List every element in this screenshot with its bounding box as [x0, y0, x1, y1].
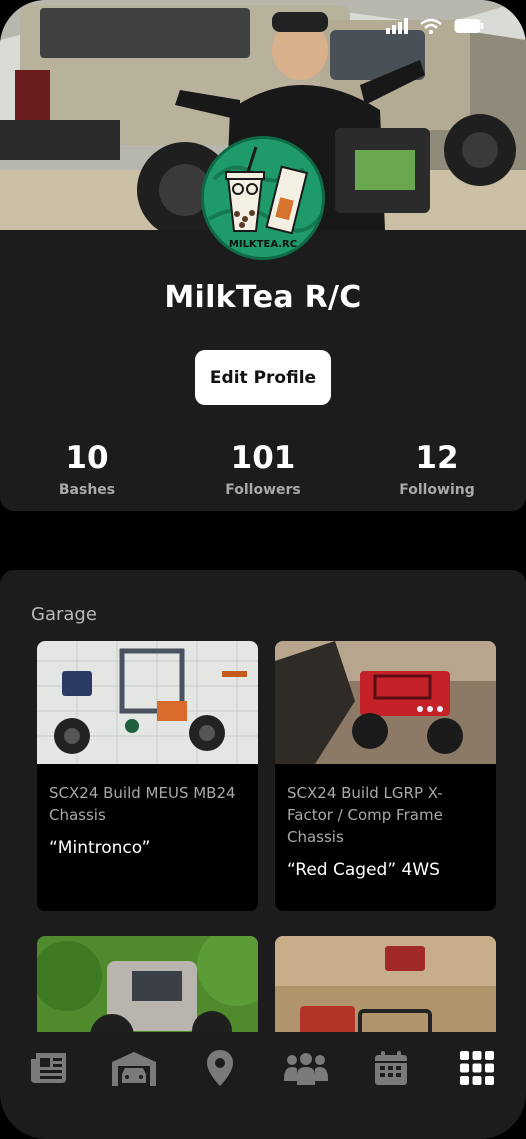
- status-bar: [386, 18, 484, 34]
- edit-profile-button[interactable]: Edit Profile: [195, 350, 331, 405]
- garage-card-image: [275, 641, 496, 764]
- garage-card[interactable]: SCX24 Build LGRP X-Factor / Comp Frame C…: [275, 641, 496, 911]
- calendar-icon: [375, 1051, 408, 1085]
- location-pin-icon: [207, 1050, 234, 1086]
- milktea-logo-icon: MILKTEA.RC: [204, 139, 322, 257]
- signal-icon: [386, 18, 408, 34]
- grid-menu-icon: [460, 1051, 495, 1085]
- garage-card-subtitle: “Red Caged” 4WS: [287, 860, 440, 880]
- garage-card-title: SCX24 Build MEUS MB24 Chassis: [49, 784, 236, 824]
- stat-following-label: Following: [399, 482, 475, 498]
- nav-community[interactable]: [276, 1048, 336, 1088]
- garage-card-title: SCX24 Build LGRP X-Factor / Comp Frame C…: [287, 784, 443, 846]
- stat-bashes-value: 10: [65, 440, 109, 476]
- garage-title: Garage: [31, 604, 97, 625]
- garage-section: Garage SCX24 Build MEUS MB24 Chassis “Mi…: [0, 570, 526, 1090]
- stat-following[interactable]: 12 Following: [357, 440, 517, 498]
- wifi-icon: [420, 18, 442, 34]
- garage-card[interactable]: SCX24 Build MEUS MB24 Chassis “Mintronco…: [37, 641, 258, 911]
- nav-menu[interactable]: [447, 1048, 507, 1088]
- app-screen: MILKTEA.RC MilkTea R/C Edit Profile 10 B…: [0, 0, 526, 1139]
- stat-followers[interactable]: 101 Followers: [183, 440, 343, 498]
- stat-bashes[interactable]: 10 Bashes: [7, 440, 167, 498]
- stat-following-value: 12: [415, 440, 459, 476]
- garage-icon: [112, 1052, 157, 1086]
- profile-avatar[interactable]: MILKTEA.RC: [201, 136, 325, 260]
- garage-card-subtitle: “Mintronco”: [49, 838, 151, 858]
- nav-news[interactable]: [19, 1048, 79, 1088]
- stat-followers-label: Followers: [225, 482, 301, 498]
- stat-followers-value: 101: [230, 440, 296, 476]
- nav-events[interactable]: [361, 1048, 421, 1088]
- stat-bashes-label: Bashes: [58, 482, 116, 498]
- garage-card-image: [37, 641, 258, 764]
- bottom-nav: [0, 1032, 526, 1139]
- community-icon: [283, 1053, 328, 1085]
- news-icon: [30, 1053, 66, 1083]
- avatar-logo-text: MILKTEA.RC: [229, 239, 297, 250]
- nav-garage[interactable]: [104, 1048, 164, 1088]
- profile-name: MilkTea R/C: [164, 280, 362, 315]
- battery-icon: [454, 19, 484, 33]
- nav-map[interactable]: [190, 1048, 250, 1088]
